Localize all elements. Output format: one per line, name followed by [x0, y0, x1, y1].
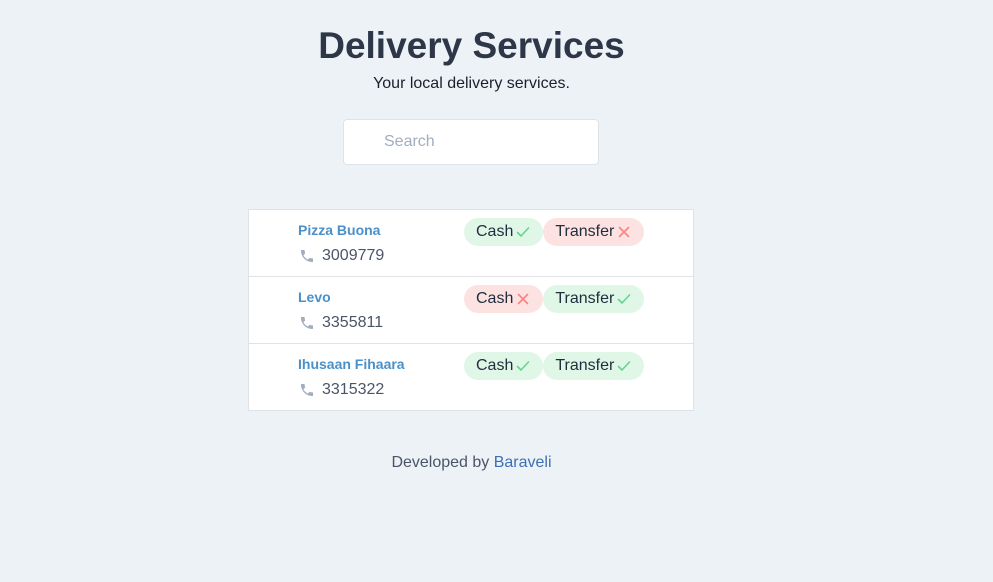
service-name[interactable]: Pizza Buona	[298, 222, 380, 238]
service-row: Ihusaan Fihaara 3315322 Cash Transfer	[249, 343, 693, 410]
x-icon	[616, 224, 632, 240]
check-icon	[515, 358, 531, 374]
payment-label: Cash	[476, 223, 514, 240]
phone-number: 3009779	[322, 247, 385, 264]
payment-label: Cash	[476, 290, 514, 307]
payment-badge-cash: Cash	[464, 218, 544, 246]
phone-info: 3355811	[298, 313, 383, 333]
service-name[interactable]: Ihusaan Fihaara	[298, 356, 405, 372]
search-box	[343, 119, 599, 165]
check-icon	[616, 358, 632, 374]
payment-badge-transfer: Transfer	[543, 352, 645, 380]
phone-number: 3355811	[322, 314, 384, 331]
services-list: Pizza Buona 3009779 Cash Transfer Levo 3…	[248, 209, 694, 411]
payment-label: Cash	[476, 357, 514, 374]
search-input[interactable]	[344, 120, 598, 164]
payment-label: Transfer	[555, 223, 615, 240]
footer-text: Developed by	[391, 454, 490, 471]
check-icon	[515, 224, 531, 240]
service-name[interactable]: Levo	[298, 289, 331, 305]
phone-number: 3315322	[322, 381, 385, 398]
payment-badge-transfer: Transfer	[543, 285, 645, 313]
payment-badges: Cash Transfer	[464, 218, 645, 246]
page-title: Delivery Services	[318, 25, 625, 66]
phone-icon	[298, 381, 316, 399]
check-icon	[616, 291, 632, 307]
phone-info: 3315322	[298, 380, 384, 400]
service-row: Pizza Buona 3009779 Cash Transfer	[249, 210, 693, 276]
x-icon	[515, 291, 531, 307]
footer-link[interactable]: Baraveli	[494, 454, 552, 471]
payment-badge-transfer: Transfer	[543, 218, 645, 246]
payment-badge-cash: Cash	[464, 352, 544, 380]
payment-label: Transfer	[555, 290, 615, 307]
payment-badges: Cash Transfer	[464, 352, 645, 380]
phone-info: 3009779	[298, 246, 384, 266]
phone-icon	[298, 314, 316, 332]
payment-label: Transfer	[555, 357, 615, 374]
phone-icon	[298, 247, 316, 265]
payment-badge-cash: Cash	[464, 285, 544, 313]
footer: Developed by Baraveli	[0, 453, 943, 473]
page-subtitle: Your local delivery services.	[373, 75, 570, 92]
payment-badges: Cash Transfer	[464, 285, 645, 313]
service-row: Levo 3355811 Cash Transfer	[249, 276, 693, 343]
